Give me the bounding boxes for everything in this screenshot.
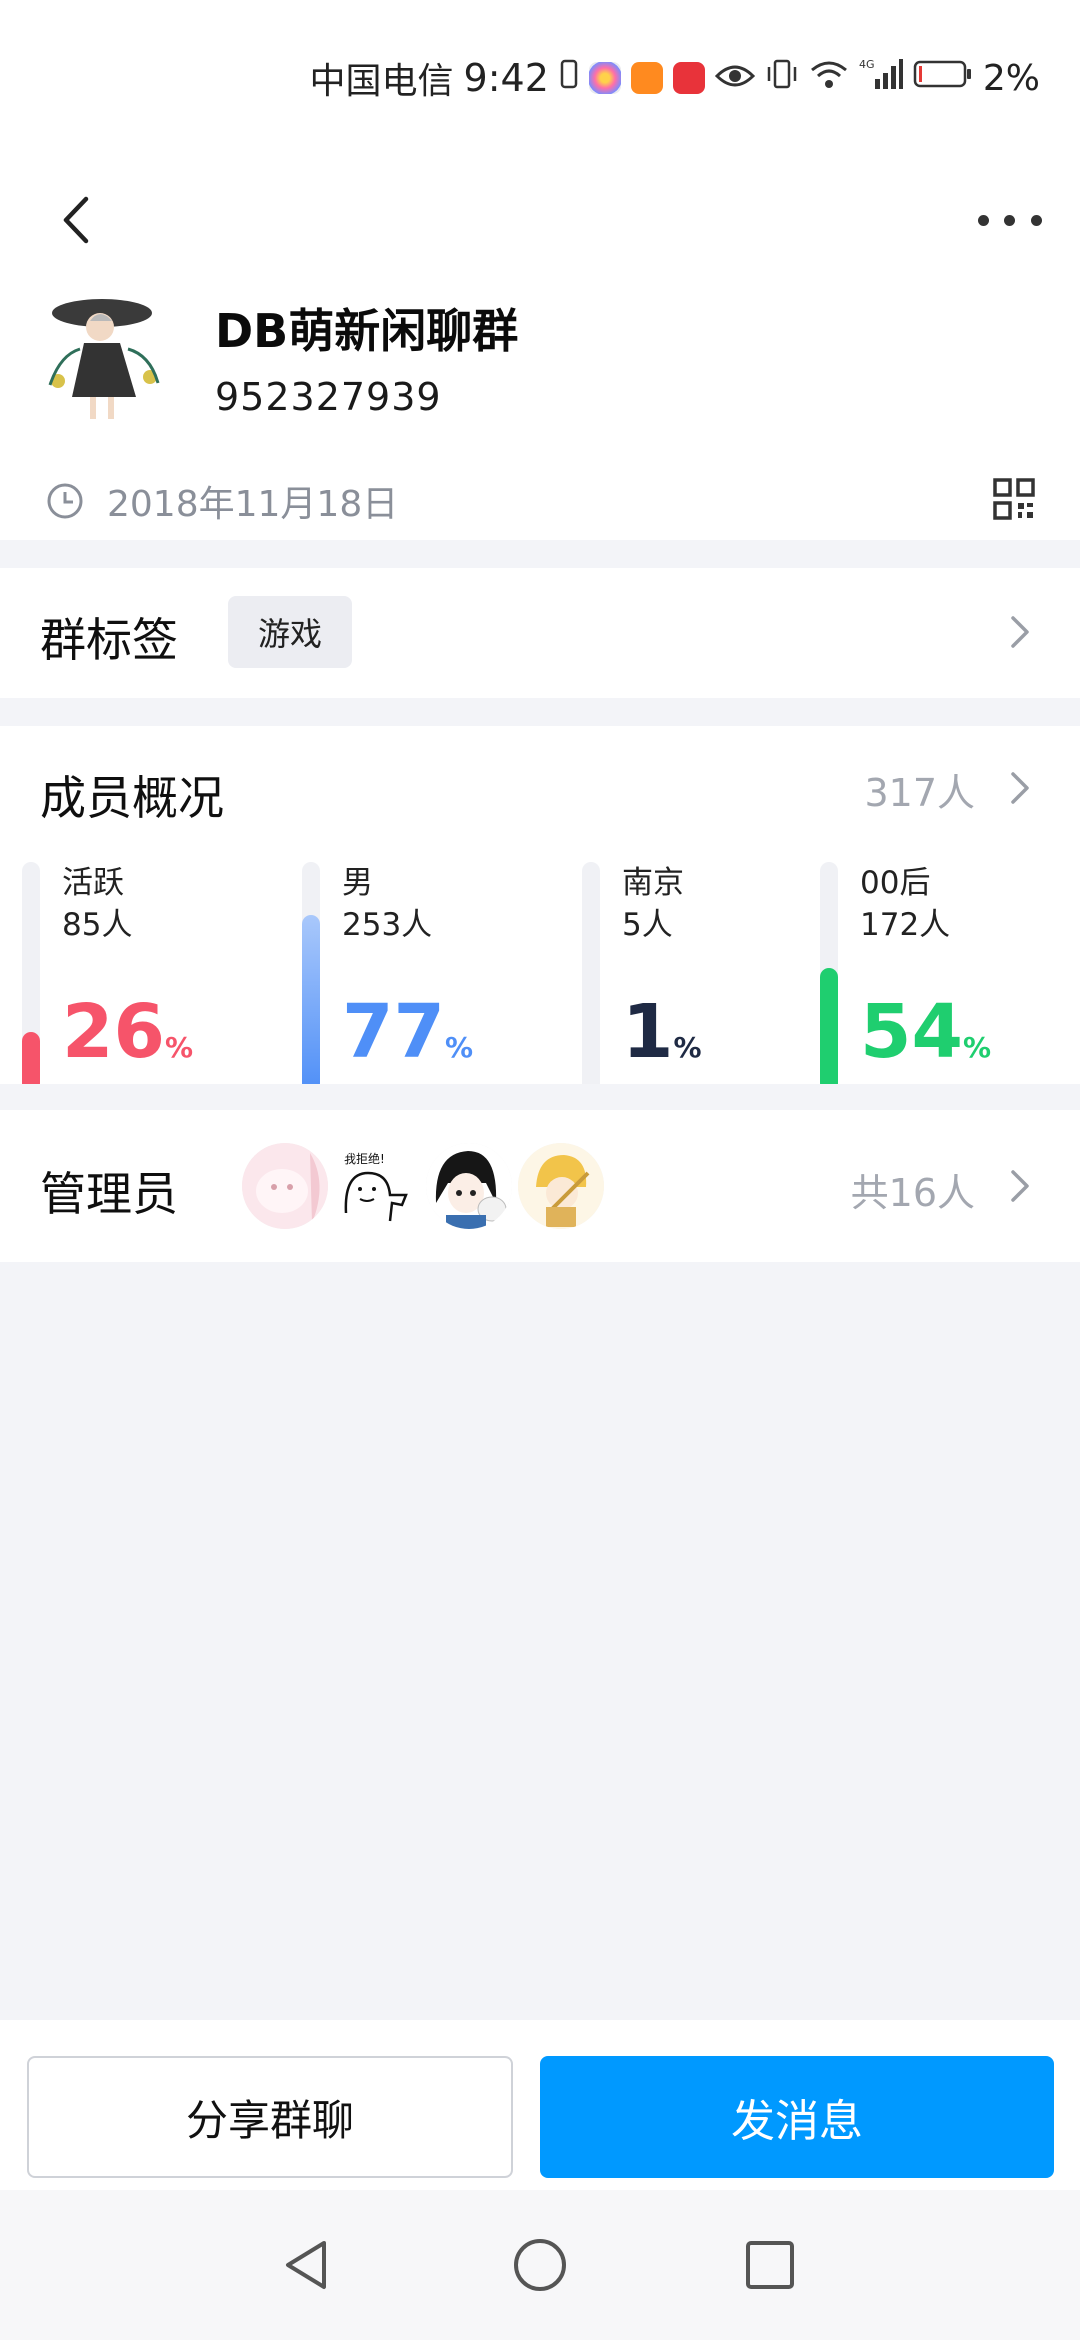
stat-count: 253人 — [342, 907, 433, 943]
avatar-image — [40, 285, 170, 425]
signal-icon: 4G — [859, 57, 903, 100]
stat-label: 00后 — [860, 865, 931, 901]
admin-avatar-image — [518, 1143, 604, 1229]
admin-avatar[interactable]: 我拒绝! — [334, 1143, 420, 1229]
stat-label: 南京 — [622, 865, 684, 901]
stat-percent-unit: % — [444, 1031, 474, 1064]
stat-percent-value: 54 — [860, 989, 963, 1075]
photos-app-icon — [588, 62, 621, 94]
bottom-action-bar: 分享群聊 发消息 — [0, 2020, 1080, 2190]
stat-percent-unit: % — [164, 1031, 194, 1064]
tag-chip: 游戏 — [228, 596, 353, 668]
admin-avatar[interactable] — [518, 1143, 604, 1229]
qr-code-button[interactable] — [993, 478, 1035, 520]
admins-total: 共16人 — [850, 1171, 975, 1215]
members-total: 317人 — [864, 771, 975, 815]
stat-active: 活跃 85人 26% — [22, 862, 272, 1084]
group-avatar[interactable] — [40, 285, 170, 425]
chevron-right-icon — [1011, 1170, 1029, 1202]
admin-avatar-image — [242, 1143, 328, 1229]
group-name: DB萌新闲聊群 — [215, 304, 519, 358]
stat-bar-fill — [820, 968, 838, 1084]
back-button[interactable] — [40, 170, 110, 270]
stat-bar-track — [820, 862, 838, 1084]
chevron-right-icon — [1011, 772, 1029, 804]
more-dot-icon — [1031, 214, 1043, 226]
more-dot-icon — [1004, 214, 1016, 226]
clock: 9:42 — [463, 56, 549, 100]
vibrate-icon — [765, 58, 799, 99]
stat-percent-value: 77 — [342, 989, 445, 1075]
members-overview[interactable]: 成员概况 317人 活跃 85人 26% 男 253人 77% 南京 5人 1%… — [0, 726, 1080, 1084]
chevron-right-icon — [1011, 616, 1029, 648]
stat-percent: 26% — [62, 992, 193, 1084]
wifi-icon — [809, 58, 849, 99]
status-bar: 中国电信 9:42 4G 2% — [0, 0, 1080, 150]
stat-bar-track — [302, 862, 320, 1084]
stat-percent: 1% — [622, 992, 702, 1084]
nav-home-button[interactable] — [510, 2235, 570, 2295]
system-nav-bar — [0, 2190, 1080, 2340]
send-message-button[interactable]: 发消息 — [540, 2056, 1054, 2178]
triangle-back-icon — [286, 2241, 326, 2289]
stat-location: 南京 5人 1% — [582, 862, 832, 1084]
stat-count: 85人 — [62, 907, 133, 943]
stat-percent-unit: % — [962, 1031, 992, 1064]
stat-age: 00后 172人 54% — [820, 862, 1070, 1084]
stat-percent-value: 26 — [62, 989, 165, 1075]
stat-label: 活跃 — [62, 865, 124, 901]
group-id: 952327939 — [215, 375, 442, 419]
stat-percent: 77% — [342, 992, 473, 1084]
admin-avatar[interactable] — [242, 1143, 328, 1229]
status-right: 中国电信 9:42 4G 2% — [310, 52, 1040, 104]
qr-code-icon — [993, 478, 1035, 520]
square-recents-icon — [746, 2241, 794, 2289]
admins-title: 管理员 — [40, 1167, 178, 1221]
stat-percent-unit: % — [673, 1031, 702, 1064]
back-arrow-icon — [63, 196, 89, 244]
phone-icon — [559, 58, 579, 99]
stat-percent: 54% — [860, 992, 991, 1084]
admin-avatar[interactable] — [426, 1143, 512, 1229]
eye-icon — [714, 58, 755, 99]
stat-bar-track — [582, 862, 600, 1084]
admin-sticker-text: 我拒绝! — [344, 1151, 385, 1166]
clock-icon — [47, 483, 83, 519]
stat-bar-fill — [302, 915, 320, 1084]
admin-avatar-image: 我拒绝! — [334, 1143, 420, 1229]
created-date-row: 2018年11月18日 — [45, 475, 398, 527]
app-orange-icon — [630, 62, 663, 94]
stat-bar-track — [22, 862, 40, 1084]
network-type: 4G — [859, 58, 875, 71]
carrier-name: 中国电信 — [309, 61, 454, 102]
battery-icon — [913, 58, 973, 99]
group-tags-title: 群标签 — [40, 613, 178, 667]
more-dot-icon — [977, 214, 989, 226]
admins-row[interactable]: 管理员 我拒绝! 共16人 — [0, 1110, 1080, 1262]
circle-home-icon — [514, 2239, 566, 2291]
huawei-store-icon — [672, 62, 705, 94]
stat-percent-value: 1 — [622, 989, 674, 1075]
nav-back-button[interactable] — [278, 2235, 338, 2295]
members-overview-title: 成员概况 — [40, 771, 224, 825]
battery-percent: 2% — [982, 57, 1040, 99]
group-header: DB萌新闲聊群 952327939 2018年11月18日 — [0, 150, 1080, 540]
group-tags-row[interactable]: 群标签 游戏 — [0, 568, 1080, 698]
share-group-button[interactable]: 分享群聊 — [27, 2056, 513, 2178]
stat-label: 男 — [342, 865, 373, 901]
stat-count: 172人 — [860, 907, 951, 943]
more-button[interactable] — [970, 190, 1050, 250]
stat-bar-fill — [22, 1032, 40, 1084]
created-date: 2018年11月18日 — [107, 484, 399, 525]
stat-male: 男 253人 77% — [302, 862, 552, 1084]
nav-recents-button[interactable] — [740, 2235, 800, 2295]
stat-count: 5人 — [622, 907, 673, 943]
admin-avatar-image — [426, 1143, 512, 1229]
